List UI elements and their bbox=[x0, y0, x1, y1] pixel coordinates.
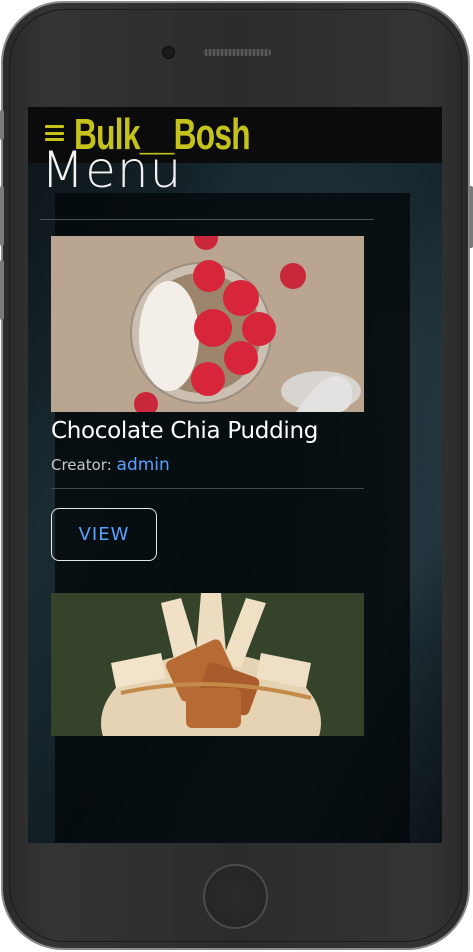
view-button[interactable]: VIEW bbox=[51, 508, 157, 561]
title-divider bbox=[40, 219, 374, 220]
front-camera bbox=[162, 46, 175, 59]
earpiece-speaker bbox=[203, 49, 271, 56]
recipe-creator: Creator: admin bbox=[51, 455, 170, 475]
caramel-dessert-image-icon bbox=[51, 593, 364, 736]
card-divider bbox=[51, 488, 364, 489]
creator-link[interactable]: admin bbox=[117, 455, 170, 475]
hamburger-menu-icon[interactable] bbox=[45, 125, 64, 141]
recipe-image[interactable] bbox=[51, 236, 364, 412]
chia-pudding-image-icon bbox=[51, 236, 364, 412]
mute-switch bbox=[0, 110, 4, 140]
creator-label: Creator: bbox=[51, 456, 112, 474]
power-button bbox=[469, 186, 473, 248]
volume-down-button bbox=[0, 260, 4, 320]
recipe-image[interactable] bbox=[51, 593, 364, 736]
recipe-title[interactable]: Chocolate Chia Pudding bbox=[51, 418, 318, 444]
volume-up-button bbox=[0, 186, 4, 246]
home-button[interactable] bbox=[203, 864, 268, 929]
page-title: Menu bbox=[41, 141, 183, 199]
